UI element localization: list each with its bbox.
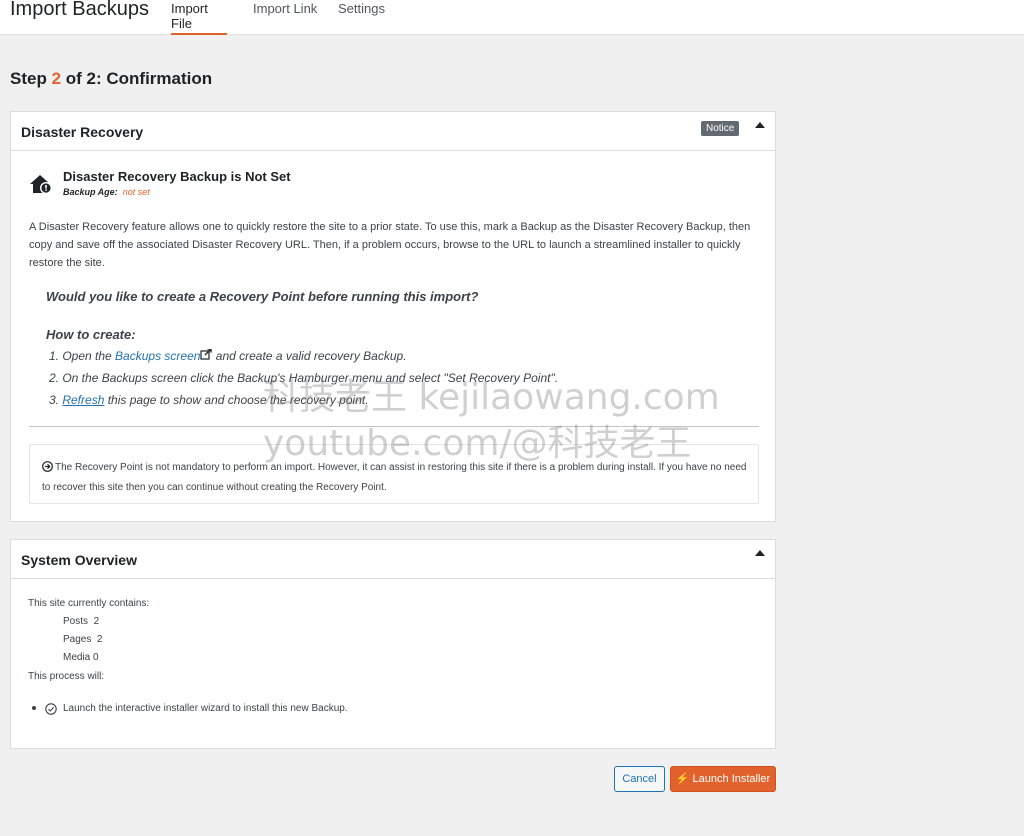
top-bar: Import Backups Import File Import Link S… xyxy=(0,0,1024,35)
how-to-heading: How to create: xyxy=(46,327,136,342)
launch-installer-button[interactable]: ⚡ Launch Installer xyxy=(670,766,776,792)
backup-age: Backup Age: not set xyxy=(63,187,150,197)
recovery-status-heading: Disaster Recovery Backup is Not Set xyxy=(63,169,291,184)
posts-count: 2 xyxy=(93,616,100,627)
lightning-icon: ⚡ xyxy=(675,773,690,785)
collapse-arrow-icon[interactable] xyxy=(755,550,765,556)
how-to-step: 2. On the Backups screen click the Backu… xyxy=(49,371,559,385)
divider xyxy=(29,426,759,427)
recovery-question: Would you like to create a Recovery Poin… xyxy=(46,289,479,304)
step3-suffix: this page to show and choose the recover… xyxy=(104,393,369,407)
how-to-step: 1. Open the Backups screen and create a … xyxy=(49,348,558,370)
overview-item-posts: Posts 2 xyxy=(63,616,99,627)
recovery-description: A Disaster Recovery feature allows one t… xyxy=(29,221,751,269)
contains-label: This site currently contains: xyxy=(28,598,150,609)
step-prefix: Step xyxy=(10,69,52,88)
how-to-step: 3. Refresh this page to show and choose … xyxy=(49,392,558,414)
backup-age-value: not set xyxy=(122,187,150,197)
backups-screen-link[interactable]: Backups screen xyxy=(115,349,200,363)
step-current: 2 xyxy=(51,69,62,88)
backup-age-label: Backup Age: xyxy=(63,187,118,197)
disaster-recovery-header[interactable]: Disaster Recovery Notice xyxy=(11,112,775,151)
overview-item-media: Media 0 xyxy=(63,652,99,663)
check-circle-icon xyxy=(45,702,57,720)
process-action: Launch the interactive installer wizard … xyxy=(63,703,348,714)
how-to-steps: 1. Open the Backups screen and create a … xyxy=(49,348,558,414)
process-label: This process will: xyxy=(28,671,105,682)
tab-settings[interactable]: Settings xyxy=(338,1,385,35)
collapse-arrow-icon[interactable] xyxy=(755,122,765,128)
disaster-recovery-title: Disaster Recovery xyxy=(21,124,144,140)
arrow-circle-right-icon xyxy=(42,461,53,479)
launch-installer-label: Launch Installer xyxy=(692,773,771,785)
house-recovery-icon xyxy=(29,174,55,199)
media-count: 0 xyxy=(93,652,99,663)
cancel-button[interactable]: Cancel xyxy=(614,766,665,792)
page-title: Import Backups xyxy=(10,0,149,20)
disaster-recovery-panel: Disaster Recovery Notice Disaster Recove… xyxy=(10,111,776,522)
notice-badge: Notice xyxy=(701,121,740,136)
step3-prefix: 3. xyxy=(49,393,63,407)
external-link-icon[interactable] xyxy=(200,348,213,363)
posts-label: Posts xyxy=(63,616,89,627)
recovery-note-box: The Recovery Point is not mandatory to p… xyxy=(29,444,759,504)
pages-label: Pages xyxy=(63,634,92,645)
tab-import-file[interactable]: Import File xyxy=(171,1,227,35)
recovery-note: The Recovery Point is not mandatory to p… xyxy=(42,459,754,497)
list-bullet xyxy=(32,706,36,710)
step1-prefix: 1. Open the xyxy=(49,349,116,363)
overview-item-pages: Pages 2 xyxy=(63,634,102,645)
step-suffix: of 2: Confirmation xyxy=(61,69,213,88)
media-label: Media xyxy=(63,652,91,663)
step-heading: Step 2 of 2: Confirmation xyxy=(10,69,212,89)
pages-count: 2 xyxy=(96,634,103,645)
step1-suffix: and create a valid recovery Backup. xyxy=(212,349,407,363)
refresh-link[interactable]: Refresh xyxy=(62,393,104,407)
system-overview-title: System Overview xyxy=(21,552,137,568)
tab-import-link[interactable]: Import Link xyxy=(253,1,317,35)
recovery-note-text: The Recovery Point is not mandatory to p… xyxy=(42,462,747,493)
system-overview-panel: System Overview This site currently cont… xyxy=(10,539,776,749)
system-overview-header[interactable]: System Overview xyxy=(11,540,775,579)
